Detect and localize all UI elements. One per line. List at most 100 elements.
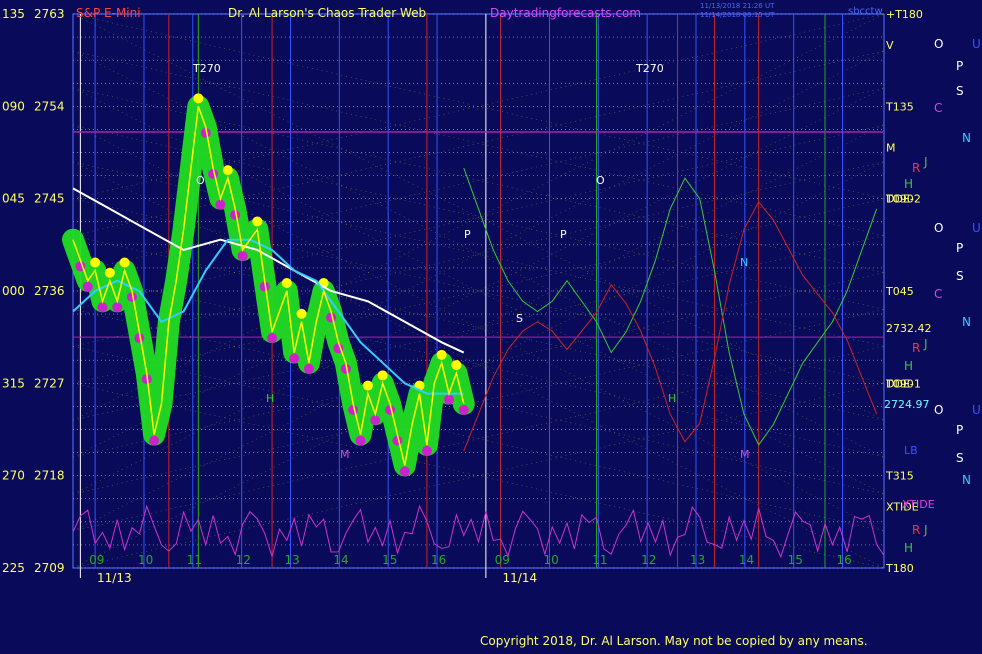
legend-letter: U bbox=[972, 403, 981, 417]
low-dot bbox=[82, 281, 93, 292]
x-tick-label: 13 bbox=[690, 553, 705, 567]
right-marker: T180 bbox=[885, 562, 914, 575]
right-marker: M bbox=[886, 141, 896, 154]
high-dot bbox=[252, 216, 263, 227]
y-price-label: 2754 bbox=[34, 99, 65, 113]
chart-annotation: O bbox=[596, 174, 605, 187]
site-title: Dr. Al Larson's Chaos Trader Web bbox=[228, 6, 426, 20]
high-dot bbox=[119, 257, 130, 268]
right-marker: T045 bbox=[885, 285, 914, 298]
y-price-label: 2718 bbox=[34, 469, 65, 483]
right-marker: DDE-2 bbox=[886, 193, 921, 206]
chaos-trader-chart: 09 10 11 12 13 14 15 16 09 10 11 12 13 14 15 16 135 2763 0… bbox=[0, 0, 982, 650]
x-tick-label: 14 bbox=[333, 553, 348, 567]
legend-letter: P bbox=[956, 241, 963, 255]
x-tick-label: 09 bbox=[495, 553, 510, 567]
xtide-label: XTIDE bbox=[902, 498, 935, 511]
x-tick-label: 12 bbox=[236, 553, 251, 567]
high-dot bbox=[193, 93, 204, 104]
legend-letter: N bbox=[962, 131, 971, 145]
legend-letter: H bbox=[904, 177, 913, 191]
high-dot bbox=[222, 165, 233, 176]
legend-letter: J bbox=[923, 337, 928, 351]
timestamp-2: 11/14/2018 00:15 UT bbox=[700, 11, 775, 19]
x-tick-label: 13 bbox=[284, 553, 299, 567]
y-price-label: 2727 bbox=[34, 376, 65, 390]
x-tick-label: 10 bbox=[543, 553, 558, 567]
high-dot bbox=[362, 380, 373, 391]
x-tick-label: 15 bbox=[788, 553, 803, 567]
legend-letter: O bbox=[934, 37, 943, 51]
legend-letter: S bbox=[956, 84, 964, 98]
y-angle-label: 045 bbox=[2, 192, 25, 206]
chart-stage: 09 10 11 12 13 14 15 16 09 10 11 12 13 14 15 16 135 2763 0… bbox=[0, 0, 982, 650]
site-url[interactable]: Daytradingforecasts.com bbox=[490, 6, 641, 20]
chart-annotation: P bbox=[464, 228, 471, 241]
high-dot bbox=[296, 308, 307, 319]
x-tick-label: 10 bbox=[138, 553, 153, 567]
legend-letter: U bbox=[972, 221, 981, 235]
x-tick-label: 15 bbox=[382, 553, 397, 567]
chart-annotation: T270 bbox=[635, 62, 664, 75]
chart-annotation: H bbox=[266, 392, 274, 405]
high-dot bbox=[104, 267, 115, 278]
legend-letter: C bbox=[934, 101, 942, 115]
x-tick-label: 11 bbox=[187, 553, 202, 567]
low-dot bbox=[97, 302, 108, 313]
low-dot bbox=[458, 404, 469, 415]
legend-letter: J bbox=[923, 155, 928, 169]
x-tick-label: 16 bbox=[431, 553, 446, 567]
chart-annotation: P bbox=[560, 228, 567, 241]
low-dot bbox=[267, 333, 278, 344]
chart-annotation: H bbox=[668, 392, 676, 405]
right-marker: +T180 bbox=[886, 8, 923, 21]
low-dot bbox=[444, 394, 455, 405]
y-angle-label: 225 bbox=[2, 561, 25, 575]
x-date-label: 11/13 bbox=[97, 571, 132, 585]
right-marker: T135 bbox=[885, 100, 914, 113]
high-dot bbox=[90, 257, 101, 268]
x-tick-label: 09 bbox=[89, 553, 104, 567]
legend-letter: P bbox=[956, 423, 963, 437]
high-dot bbox=[451, 360, 462, 371]
high-dot bbox=[281, 278, 292, 288]
legend-letter: J bbox=[923, 523, 928, 537]
x-date-label: 11/14 bbox=[503, 571, 538, 585]
x-tick-label: 14 bbox=[739, 553, 754, 567]
y-price-label: 2709 bbox=[34, 561, 65, 575]
low-dot bbox=[112, 302, 123, 313]
legend-letter: C bbox=[934, 287, 942, 301]
high-dot bbox=[436, 349, 447, 360]
low-dot bbox=[421, 445, 432, 456]
legend-letter: R bbox=[912, 341, 920, 355]
chart-annotation: M bbox=[740, 448, 750, 461]
low-dot bbox=[237, 250, 248, 261]
low-dot bbox=[399, 466, 410, 477]
y-angle-label: 315 bbox=[2, 376, 25, 390]
y-angle-label: 090 bbox=[2, 99, 25, 113]
y-angle-label: 135 bbox=[2, 7, 25, 21]
legend-letter: N bbox=[962, 315, 971, 329]
legend-letter: S bbox=[956, 269, 964, 283]
low-dot bbox=[289, 353, 300, 364]
legend-letter: O bbox=[934, 403, 943, 417]
legend-letter: P bbox=[956, 59, 963, 73]
y-angle-label: 270 bbox=[2, 469, 25, 483]
chart-annotation: T270 bbox=[192, 62, 221, 75]
legend-letter: H bbox=[904, 541, 913, 555]
right-marker: T315 bbox=[885, 470, 914, 483]
low-dot bbox=[303, 363, 314, 374]
right-marker: DDE-1 bbox=[886, 377, 921, 390]
legend-letter: U bbox=[972, 37, 981, 51]
y-price-label: 2745 bbox=[34, 192, 65, 206]
high-dot bbox=[377, 370, 388, 381]
corner-label: sbcctw bbox=[848, 6, 883, 17]
legend-letter: H bbox=[904, 359, 913, 373]
y-angle-label: 000 bbox=[2, 284, 25, 298]
y-price-label: 2736 bbox=[34, 284, 65, 298]
chart-annotation: LB bbox=[904, 444, 918, 457]
right-marker: 2732.42 bbox=[886, 322, 932, 335]
legend-letter: S bbox=[956, 451, 964, 465]
legend-letter: R bbox=[912, 161, 920, 175]
timestamp-1: 11/13/2018 21:26 UT bbox=[700, 2, 775, 10]
